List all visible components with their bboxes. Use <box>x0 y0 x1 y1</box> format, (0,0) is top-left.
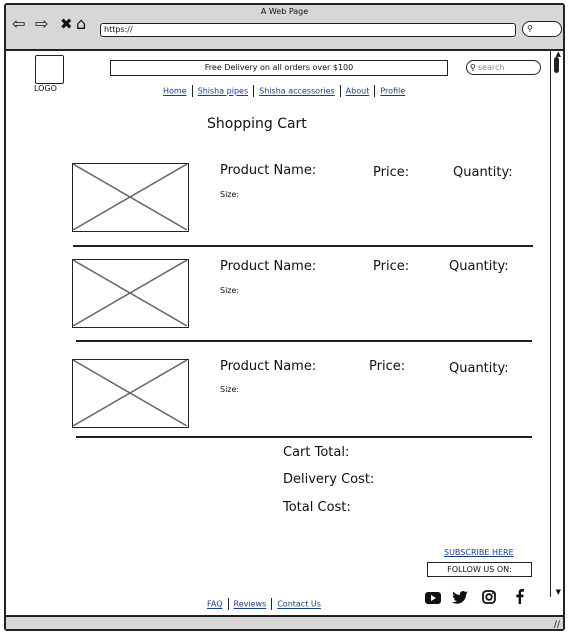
cart-total-label: Cart Total: <box>283 445 350 460</box>
nav-separator <box>339 85 341 97</box>
product-name-label: Product Name: <box>220 163 317 178</box>
nav-item-home[interactable]: Home <box>163 87 187 96</box>
back-arrow-icon[interactable]: ⇦ <box>12 16 25 32</box>
window-title: A Web Page <box>260 7 309 16</box>
instagram-icon[interactable] <box>482 589 496 608</box>
scroll-thumb[interactable] <box>554 57 559 73</box>
footer-links: FAQ Reviews Contact Us <box>207 598 321 610</box>
twitter-icon[interactable] <box>452 589 468 608</box>
image-placeholder-icon <box>73 164 187 230</box>
search-icon: ⚲ <box>527 24 533 33</box>
resize-grip-icon[interactable]: ∕∕ <box>554 620 560 629</box>
subscribe-link[interactable]: SUBSCRIBE HERE <box>444 548 514 557</box>
search-placeholder: search <box>477 63 505 72</box>
nav-item-shisha-pipes[interactable]: Shisha pipes <box>198 87 249 96</box>
browser-window: A Web Page ⇦ ⇨ ✖ ⌂ https:// ⚲ ▲ ▼ ∕∕ LOG… <box>4 3 565 631</box>
price-label: Price: <box>373 165 410 180</box>
main-nav: Home Shisha pipes Shisha accessories About P… <box>163 85 405 97</box>
image-placeholder-icon <box>73 360 187 426</box>
footer-link-contact-us[interactable]: Contact Us <box>277 600 321 609</box>
scroll-down-icon[interactable]: ▼ <box>556 588 561 596</box>
nav-item-profile[interactable]: Profile <box>380 87 405 96</box>
quantity-label: Quantity: <box>449 259 509 274</box>
browser-titlebar: A Web Page ⇦ ⇨ ✖ ⌂ https:// ⚲ <box>6 5 563 51</box>
nav-item-shisha-accessories[interactable]: Shisha accessories <box>259 87 335 96</box>
footer-separator <box>227 598 229 610</box>
follow-us-label: FOLLOW US ON: <box>427 562 532 577</box>
product-image-placeholder[interactable] <box>72 359 189 428</box>
size-label: Size: <box>220 385 240 394</box>
footer-link-reviews[interactable]: Reviews <box>234 600 267 609</box>
size-label: Size: <box>220 190 240 199</box>
footer-link-faq[interactable]: FAQ <box>207 600 223 609</box>
nav-separator <box>374 85 376 97</box>
quantity-label: Quantity: <box>453 165 513 180</box>
product-name-label: Product Name: <box>220 259 317 274</box>
product-image-placeholder[interactable] <box>72 259 189 328</box>
footer-separator <box>271 598 273 610</box>
url-input[interactable]: https:// <box>100 23 516 37</box>
search-icon: ⚲ <box>470 63 476 72</box>
product-image-placeholder[interactable] <box>72 163 189 232</box>
nav-separator <box>191 85 193 97</box>
cart-item: Product Name: Price: Quantity: Size: <box>72 359 532 439</box>
cart-item: Product Name: Price: Quantity: Size: <box>72 259 532 339</box>
home-icon[interactable]: ⌂ <box>76 16 86 32</box>
item-divider <box>76 436 532 438</box>
price-label: Price: <box>373 259 410 274</box>
promo-banner: Free Delivery on all orders over $100 <box>110 60 448 76</box>
product-name-label: Product Name: <box>220 359 317 374</box>
quantity-label: Quantity: <box>449 361 509 376</box>
page-title: Shopping Cart <box>207 116 307 132</box>
forward-arrow-icon[interactable]: ⇨ <box>35 16 48 32</box>
browser-search-input[interactable]: ⚲ <box>522 21 562 37</box>
vertical-scrollbar[interactable] <box>550 49 560 597</box>
logo-placeholder[interactable] <box>35 55 64 84</box>
item-divider <box>76 340 532 342</box>
close-icon[interactable]: ✖ <box>60 16 73 32</box>
delivery-cost-label: Delivery Cost: <box>283 472 375 487</box>
size-label: Size: <box>220 286 240 295</box>
total-cost-label: Total Cost: <box>283 500 351 515</box>
site-search-input[interactable]: ⚲ search <box>466 60 541 75</box>
nav-separator <box>253 85 255 97</box>
youtube-icon[interactable] <box>425 589 441 608</box>
browser-statusbar: ∕∕ <box>6 615 563 629</box>
logo-label: LOGO <box>34 84 57 93</box>
nav-item-about[interactable]: About <box>346 87 370 96</box>
image-placeholder-icon <box>73 260 187 326</box>
facebook-icon[interactable] <box>515 589 524 608</box>
price-label: Price: <box>369 359 406 374</box>
item-divider <box>73 245 533 247</box>
cart-item: Product Name: Price: Quantity: Size: <box>72 163 532 243</box>
